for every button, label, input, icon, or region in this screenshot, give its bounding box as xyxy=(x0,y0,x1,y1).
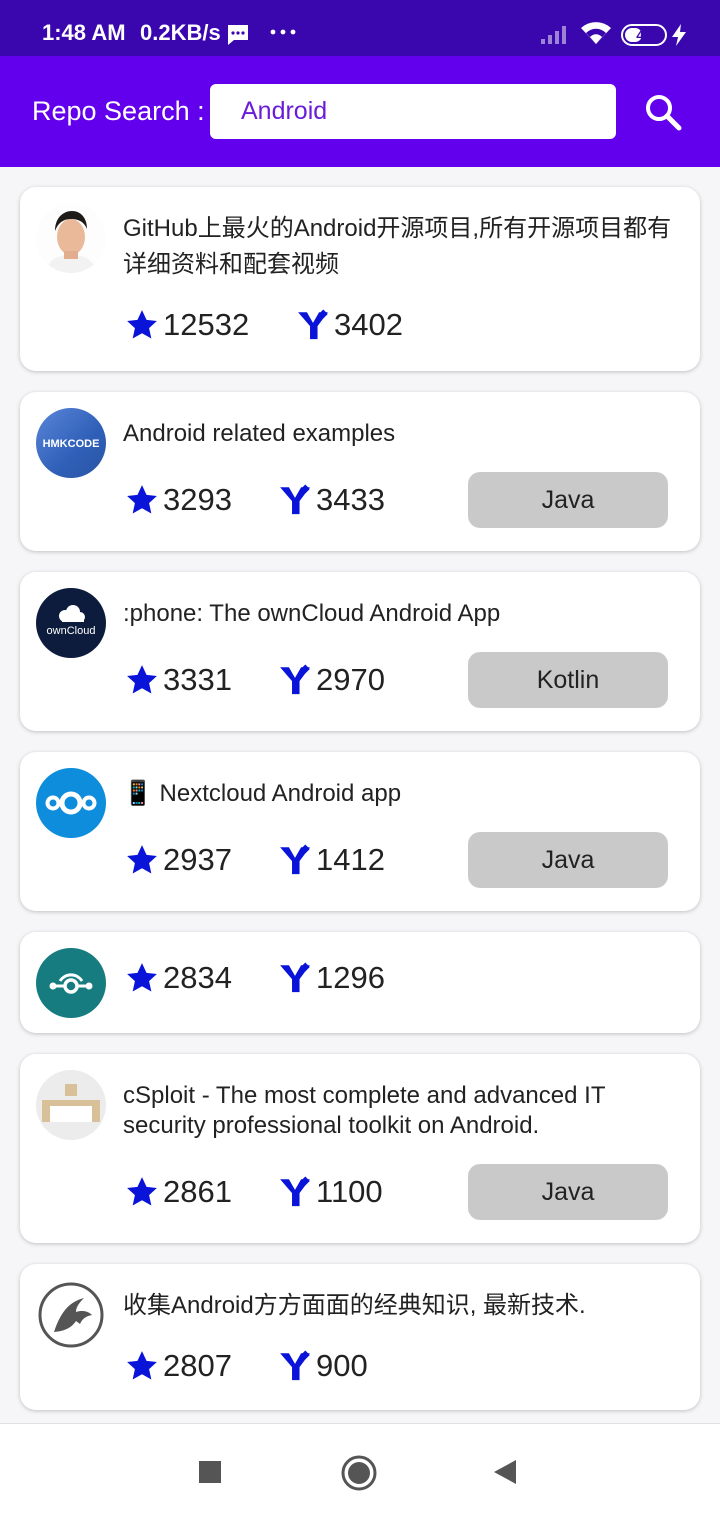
app-bar: Repo Search : xyxy=(0,56,720,167)
star-count-value: 3293 xyxy=(163,482,232,517)
wifi-icon xyxy=(580,20,612,51)
star-icon xyxy=(125,1175,159,1209)
fork-count: 900 xyxy=(278,1348,368,1384)
lineageos-logo-icon xyxy=(49,973,93,994)
language-badge: Kotlin xyxy=(468,652,668,708)
fork-icon xyxy=(278,483,312,517)
star-icon xyxy=(125,843,159,877)
star-count: 3293 xyxy=(125,482,232,518)
search-button[interactable] xyxy=(637,86,689,138)
fork-count: 1100 xyxy=(278,1174,383,1210)
recents-button[interactable] xyxy=(198,1460,222,1489)
star-count: 2834 xyxy=(125,960,232,996)
repo-card[interactable]: ownCloud :phone: The ownCloud Android Ap… xyxy=(20,572,700,731)
star-icon xyxy=(125,483,159,517)
fork-icon xyxy=(278,961,312,995)
repo-card[interactable]: 收集Android方方面面的经典知识, 最新技术. 2807 900 xyxy=(20,1264,700,1410)
star-count: 2937 xyxy=(125,842,232,878)
repo-card[interactable]: 2834 1296 xyxy=(20,932,700,1033)
fork-icon xyxy=(296,308,330,342)
fork-count-value: 1100 xyxy=(316,1174,383,1209)
back-icon xyxy=(494,1460,516,1484)
status-time: 1:48 AM xyxy=(42,20,126,45)
fork-count: 2970 xyxy=(278,662,385,698)
more-dots-icon xyxy=(270,24,296,42)
fork-count-value: 3433 xyxy=(316,482,385,517)
fork-count: 3433 xyxy=(278,482,385,518)
repo-card[interactable]: cSploit - The most complete and advanced… xyxy=(20,1054,700,1243)
star-count-value: 2937 xyxy=(163,842,232,877)
csploit-logo-icon xyxy=(42,1084,100,1122)
repo-card[interactable]: GitHub上最火的Android开源项目,所有开源项目都有详细资料和配套视频 … xyxy=(20,187,700,371)
signal-icon xyxy=(541,24,571,49)
avatar xyxy=(36,203,106,273)
fork-count: 3402 xyxy=(296,307,403,343)
fork-count-value: 1296 xyxy=(316,960,385,995)
avatar xyxy=(36,948,106,1018)
network-speed: 0.2KB/s xyxy=(140,20,221,45)
back-button[interactable] xyxy=(492,1458,518,1491)
recents-icon xyxy=(199,1461,221,1483)
star-count-value: 2807 xyxy=(163,1348,232,1383)
fork-count-value: 900 xyxy=(316,1348,368,1383)
star-icon xyxy=(125,1349,159,1383)
fork-icon xyxy=(278,1175,312,1209)
fork-icon xyxy=(278,663,312,697)
star-count: 12532 xyxy=(125,307,249,343)
system-nav-bar xyxy=(0,1423,720,1520)
star-count-value: 12532 xyxy=(163,307,250,342)
star-icon xyxy=(125,961,159,995)
fork-count: 1412 xyxy=(278,842,385,878)
avatar xyxy=(36,768,106,838)
message-icon xyxy=(226,24,250,51)
avatar: HMKCODE xyxy=(36,408,106,478)
repo-list[interactable]: GitHub上最火的Android开源项目,所有开源项目都有详细资料和配套视频 … xyxy=(0,167,720,1423)
star-count-value: 2861 xyxy=(163,1174,232,1209)
fork-count-value: 1412 xyxy=(316,842,385,877)
avatar xyxy=(36,1280,106,1350)
star-icon xyxy=(125,663,159,697)
repo-search-label: Repo Search : xyxy=(32,96,205,126)
star-count: 3331 xyxy=(125,662,232,698)
fork-count: 1296 xyxy=(278,960,385,996)
avatar-text: ownCloud xyxy=(47,625,96,637)
repo-card[interactable]: HMKCODE Android related examples 3293 34… xyxy=(20,392,700,551)
charging-bolt-icon xyxy=(672,24,686,51)
fork-icon xyxy=(278,1349,312,1383)
home-icon xyxy=(341,1455,377,1491)
star-count-value: 2834 xyxy=(163,960,232,995)
nextcloud-logo-icon xyxy=(45,791,97,815)
home-button[interactable] xyxy=(341,1455,377,1496)
avatar xyxy=(36,1070,106,1140)
fork-count-value: 3402 xyxy=(334,307,403,342)
star-count: 2861 xyxy=(125,1174,232,1210)
battery-percent: 46 xyxy=(636,27,652,43)
star-icon xyxy=(125,308,159,342)
fork-count-value: 2970 xyxy=(316,662,385,697)
repo-description: cSploit - The most complete and advanced… xyxy=(123,1082,606,1139)
repo-description: 📱 Nextcloud Android app xyxy=(123,780,402,807)
avatar-text: HMKCODE xyxy=(43,438,100,450)
repo-card[interactable]: 📱 Nextcloud Android app 2937 1412 Java xyxy=(20,752,700,911)
battery-icon: 46 xyxy=(621,24,667,46)
repo-description: 收集Android方方面面的经典知识, 最新技术. xyxy=(123,1292,586,1319)
horse-logo-icon xyxy=(38,1282,104,1348)
repo-description: GitHub上最火的Android开源项目,所有开源项目都有详细资料和配套视频 xyxy=(123,215,672,278)
repo-description: :phone: The ownCloud Android App xyxy=(123,600,501,627)
star-count-value: 3331 xyxy=(163,662,232,697)
language-badge: Java xyxy=(468,1164,668,1220)
language-badge: Java xyxy=(468,832,668,888)
search-input[interactable] xyxy=(210,84,616,139)
star-count: 2807 xyxy=(125,1348,232,1384)
search-icon xyxy=(646,95,682,131)
language-badge: Java xyxy=(468,472,668,528)
repo-description: Android related examples xyxy=(123,420,396,447)
status-bar: 1:48 AM 0.2KB/s 46 xyxy=(0,0,720,56)
avatar: ownCloud xyxy=(36,588,106,658)
fork-icon xyxy=(278,843,312,877)
